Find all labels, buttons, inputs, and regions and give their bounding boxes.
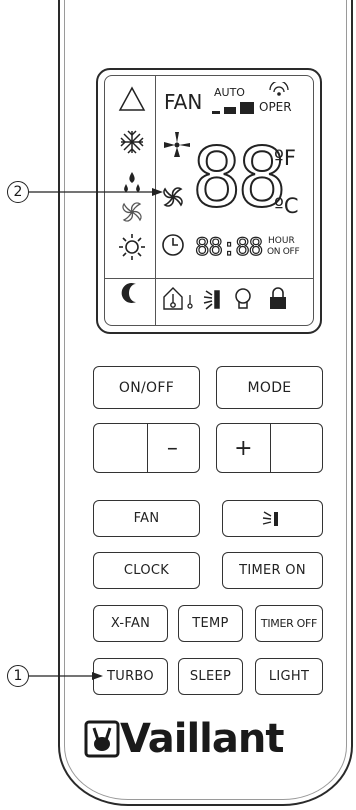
- temp-down-divider: [147, 424, 148, 472]
- lcd-temperature-digits: 88: [191, 131, 288, 226]
- temp-down-button[interactable]: –: [93, 423, 200, 473]
- temp-up-button[interactable]: +: [216, 423, 323, 473]
- vaillant-hare-logo-icon: [84, 720, 120, 758]
- fan-mode-icon: [122, 202, 142, 222]
- signal-icon: [269, 82, 289, 96]
- temp-up-divider: [270, 424, 271, 472]
- lcd-auto-label: AUTO: [214, 86, 245, 99]
- clock-button[interactable]: CLOCK: [93, 552, 200, 589]
- clock-icon: [162, 234, 184, 256]
- lock-icon: [270, 287, 286, 309]
- callout-1-marker: 1: [7, 665, 29, 687]
- lcd-unit-celsius: ºC: [274, 194, 299, 218]
- lcd-hour-label: HOUR: [268, 236, 295, 246]
- fan-speed-bars-icon: [212, 102, 254, 114]
- sleep-mode-icon: [121, 283, 136, 303]
- temp-button[interactable]: TEMP: [178, 605, 243, 642]
- lcd-vertical-divider: [155, 76, 156, 325]
- lcd-unit-fahrenheit: ºF: [274, 146, 296, 170]
- lcd-clock-digits: 88:88: [194, 232, 263, 261]
- i-feel-icon: [163, 287, 183, 310]
- light-bulb-icon: [235, 288, 251, 309]
- light-button[interactable]: LIGHT: [255, 658, 323, 695]
- lcd-fan-label: FAN: [164, 90, 203, 114]
- cool-mode-icon: [120, 130, 144, 154]
- callout-2-arrow: [29, 188, 163, 196]
- mode-button[interactable]: MODE: [216, 366, 323, 409]
- timer-off-button[interactable]: TIMER OFF: [255, 605, 323, 642]
- x-fan-button[interactable]: X-FAN: [93, 605, 168, 642]
- mode-icons-column: [118, 86, 146, 303]
- auto-mode-icon: [118, 86, 146, 111]
- plus-label: +: [234, 435, 253, 461]
- swing-icon: [262, 510, 278, 526]
- heat-mode-icon: [119, 234, 145, 260]
- on-off-button[interactable]: ON/OFF: [93, 366, 200, 409]
- lcd-bottom-icons: [163, 287, 286, 310]
- swing-button[interactable]: [222, 500, 323, 537]
- brand-wordmark: Vaillant: [120, 716, 284, 762]
- swing-light-icon: [203, 290, 220, 310]
- lcd-oper-label: OPER: [259, 100, 292, 114]
- callout-1-arrow: [29, 672, 103, 680]
- thermometer-icon: [187, 295, 193, 309]
- fan-button[interactable]: FAN: [93, 500, 200, 537]
- callout-2-marker: 2: [7, 181, 29, 203]
- lcd-on-off-label: ON OFF: [267, 247, 300, 257]
- fan-blade-icon: [164, 132, 190, 157]
- minus-label: –: [166, 435, 179, 461]
- sleep-button[interactable]: SLEEP: [178, 658, 243, 695]
- timer-on-button[interactable]: TIMER ON: [222, 552, 323, 589]
